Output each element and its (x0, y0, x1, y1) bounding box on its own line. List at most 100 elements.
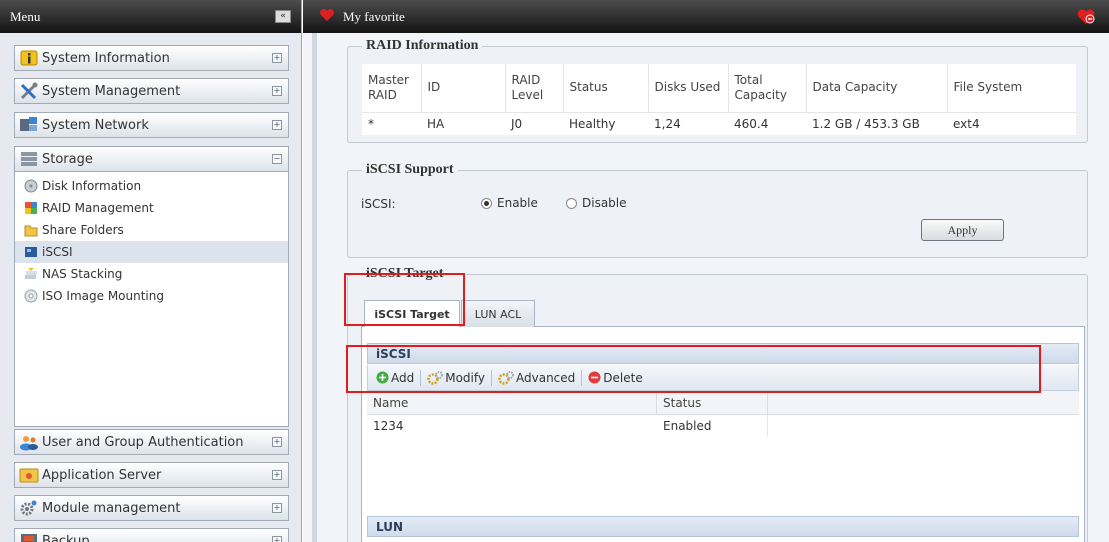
enable-radio[interactable]: Enable (481, 196, 538, 210)
column-header-name[interactable]: Name (367, 391, 657, 415)
favorites-title[interactable]: My favorite (343, 9, 405, 25)
column-header-status[interactable]: Status (657, 391, 768, 415)
sidebar-item-module-management[interactable]: Module management + (14, 495, 289, 521)
sidebar-item-system-network[interactable]: System Network + (14, 112, 289, 138)
sidebar-item-label: iSCSI (42, 245, 73, 259)
column-header: File System (947, 64, 1076, 112)
table-row[interactable]: 1234 Enabled (367, 415, 1079, 437)
folder-icon (23, 223, 39, 237)
collapse-icon[interactable]: − (272, 154, 282, 164)
expand-icon[interactable]: + (272, 53, 282, 63)
info-icon (19, 49, 39, 67)
raid-table: Master RAID ID RAID Level Status Disks U… (362, 64, 1076, 135)
sidebar-item-raid-management[interactable]: RAID Management (15, 197, 288, 219)
iso-icon (23, 289, 39, 303)
column-header: RAID Level (505, 64, 564, 112)
iscsi-field-label: iSCSI: (361, 197, 396, 211)
column-header: Total Capacity (728, 64, 807, 112)
remove-favorite-icon[interactable] (1077, 8, 1095, 28)
sidebar-item-iscsi[interactable]: iSCSI (15, 241, 288, 263)
apply-button[interactable]: Apply (921, 219, 1004, 241)
menu-header: Menu « (0, 0, 301, 33)
column-header: Master RAID (362, 64, 422, 112)
iscsi-grid-header: Name Status (367, 391, 1079, 415)
sidebar-item-system-information[interactable]: System Information + (14, 45, 289, 71)
sidebar-item-system-management[interactable]: System Management + (14, 78, 289, 104)
sidebar-item-label: System Management (42, 83, 181, 99)
sidebar-item-label: Disk Information (42, 179, 142, 193)
iscsi-support-title: iSCSI Support (366, 162, 454, 177)
disable-label: Disable (582, 196, 627, 210)
target-status-cell: Enabled (657, 415, 768, 437)
column-header: Disks Used (648, 64, 729, 112)
lun-grid-title: LUN (367, 516, 1079, 537)
collapse-menu-button[interactable]: « (275, 10, 291, 23)
sidebar-item-label: RAID Management (42, 201, 154, 215)
sidebar-item-label: System Network (42, 117, 149, 133)
iscsi-support-panel: iSCSI Support (347, 162, 1088, 258)
sidebar-item-backup[interactable]: Backup + (14, 528, 289, 542)
network-icon (19, 116, 39, 134)
sidebar: Menu « System Information + System Manag… (0, 0, 302, 542)
tab-lun-acl[interactable]: LUN ACL (461, 300, 535, 327)
sidebar-item-label: NAS Stacking (42, 267, 123, 281)
sidebar-item-label: Share Folders (42, 223, 124, 237)
sidebar-item-user-group-authentication[interactable]: User and Group Authentication + (14, 429, 289, 455)
iscsi-icon (23, 245, 39, 259)
sidebar-item-nas-stacking[interactable]: NAS Stacking (15, 263, 288, 285)
gear-icon (19, 499, 39, 517)
raid-table-header: Master RAID ID RAID Level Status Disks U… (362, 64, 1076, 112)
sidebar-item-share-folders[interactable]: Share Folders (15, 219, 288, 241)
table-row[interactable]: * HA J0 Healthy 1,24 460.4 1.2 GB / 453.… (362, 111, 1076, 135)
expand-icon[interactable]: + (272, 86, 282, 96)
sidebar-item-application-server[interactable]: Application Server + (14, 462, 289, 488)
radio-selected-icon[interactable] (481, 197, 492, 209)
highlight-box-toolbar (346, 345, 1041, 393)
table-cell: 1.2 GB / 453.3 GB (806, 111, 947, 135)
expand-icon[interactable]: + (272, 120, 282, 130)
sidebar-item-label: Application Server (42, 467, 162, 483)
table-cell: HA (421, 111, 505, 135)
target-name-cell: 1234 (373, 419, 404, 433)
sidebar-item-disk-information[interactable]: Disk Information (15, 175, 288, 197)
sidebar-item-label: Storage (42, 151, 93, 167)
sidebar-item-label: ISO Image Mounting (42, 289, 164, 303)
sidebar-item-label: Backup (42, 533, 90, 542)
enable-label: Enable (497, 196, 538, 210)
table-cell: 460.4 (728, 111, 806, 135)
raid-icon (23, 201, 39, 215)
storage-submenu: Disk Information RAID Management Share F… (14, 172, 289, 427)
heart-icon[interactable] (319, 8, 335, 25)
expand-icon[interactable]: + (272, 437, 282, 447)
column-header: ID (421, 64, 506, 112)
table-cell: Healthy (563, 111, 648, 135)
table-cell: J0 (505, 111, 563, 135)
disable-radio[interactable]: Disable (566, 196, 627, 210)
disk-icon (23, 179, 39, 193)
menu-title: Menu (10, 8, 41, 24)
expand-icon[interactable]: + (272, 470, 282, 480)
column-header: Data Capacity (806, 64, 948, 112)
content-divider (312, 33, 317, 542)
radio-unselected-icon[interactable] (566, 197, 577, 209)
tools-icon (19, 82, 39, 100)
highlight-box-tab (344, 273, 465, 326)
tab-bar: iSCSI Target LUN ACL (361, 297, 1085, 328)
favorites-bar: My favorite (303, 0, 1109, 33)
users-icon (19, 433, 39, 451)
stacking-icon (23, 267, 39, 281)
backup-icon (19, 532, 39, 542)
sidebar-item-label: Module management (42, 500, 181, 516)
expand-icon[interactable]: + (272, 503, 282, 513)
table-cell: 1,24 (648, 111, 728, 135)
app-server-icon (19, 466, 39, 484)
raid-information-title: RAID Information (366, 38, 479, 53)
table-cell: * (362, 111, 421, 135)
storage-icon (19, 150, 39, 168)
sidebar-item-iso-image-mounting[interactable]: ISO Image Mounting (15, 285, 288, 307)
sidebar-item-storage[interactable]: Storage − (14, 146, 289, 172)
sidebar-item-label: User and Group Authentication (42, 434, 244, 450)
expand-icon[interactable]: + (272, 536, 282, 542)
table-cell: ext4 (947, 111, 1076, 135)
sidebar-item-label: System Information (42, 50, 170, 66)
